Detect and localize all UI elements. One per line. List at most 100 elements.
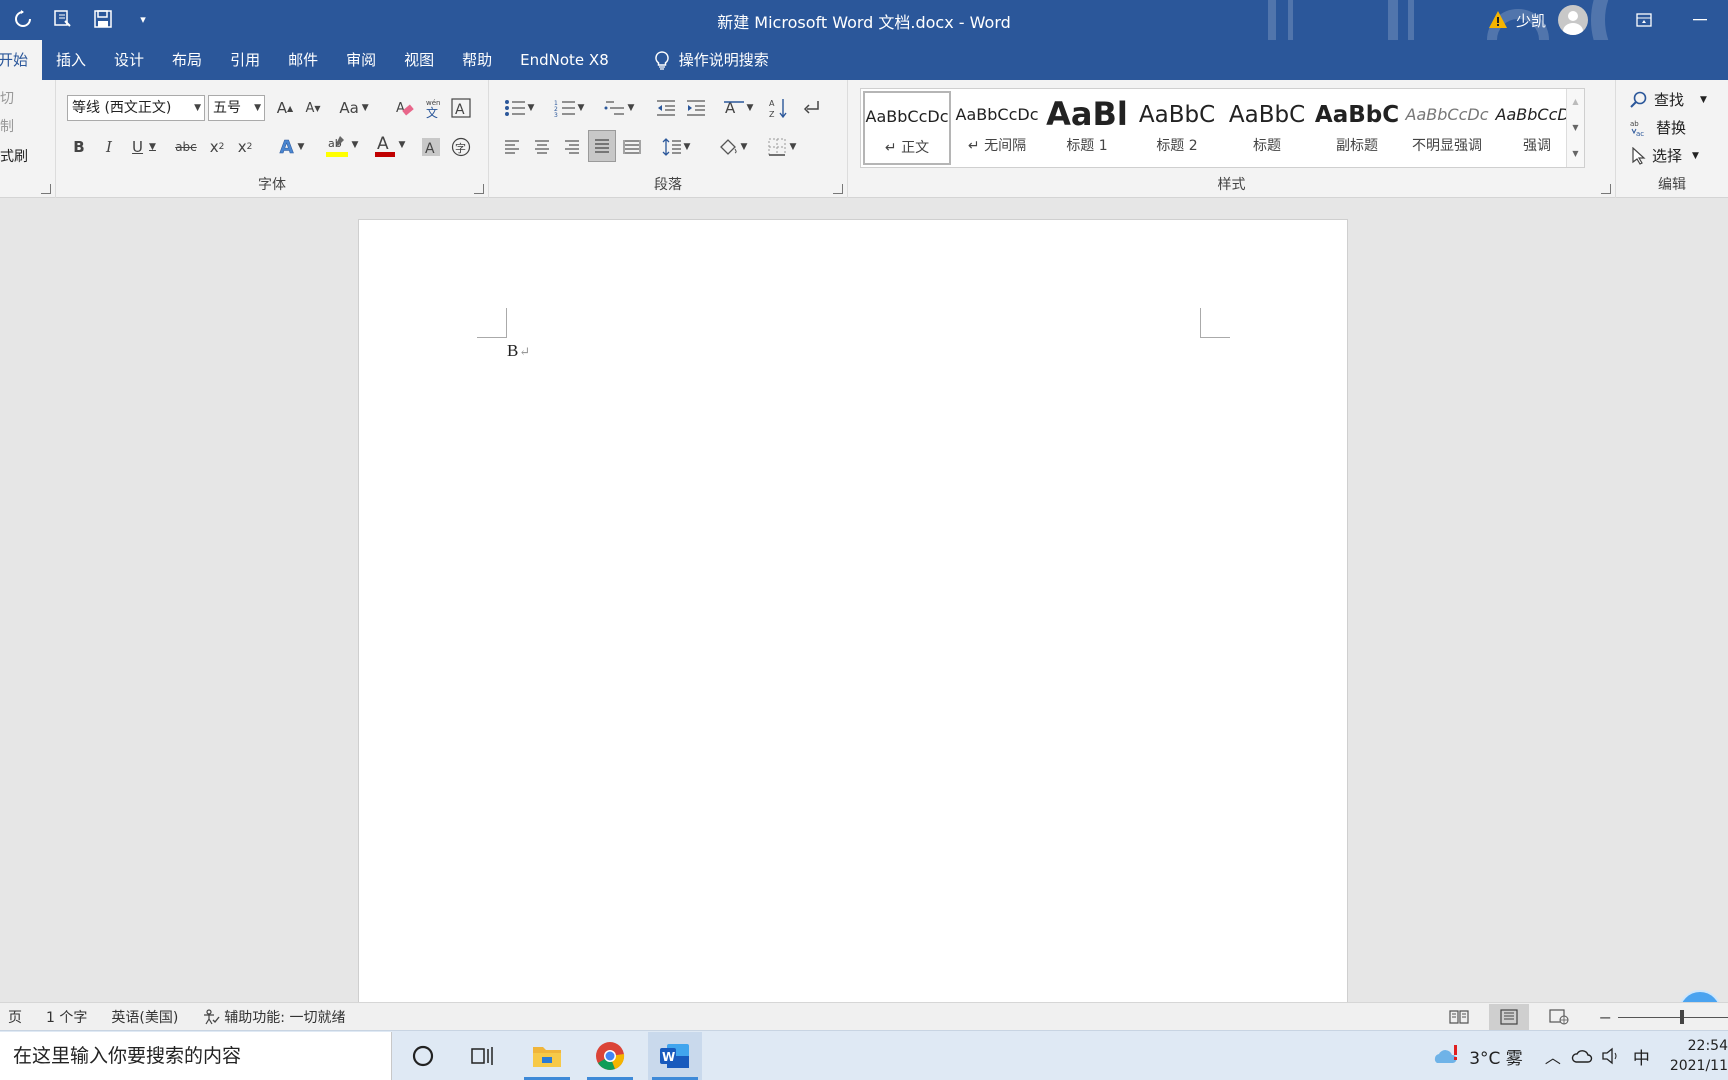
style-subtle-emphasis[interactable]: AaBbCcDc 不明显强调 [1403, 91, 1491, 165]
tab-home[interactable]: 开始 [0, 40, 43, 80]
replace-button[interactable]: ab ac 替换 [1630, 117, 1686, 138]
chevron-up-icon[interactable]: ︿ [1545, 1044, 1561, 1068]
align-right-icon[interactable] [559, 132, 585, 162]
font-name-select[interactable]: 等线 (西文正文) ▼ [67, 95, 205, 121]
numbering-icon[interactable]: 1 2 3 ▼ [547, 93, 591, 123]
highlight-color-icon[interactable]: ab ▼ [320, 130, 362, 160]
align-center-icon[interactable] [529, 132, 555, 162]
font-size-select[interactable]: 五号 ▼ [208, 95, 265, 121]
styles-dialog-launcher[interactable] [1601, 184, 1611, 194]
line-spacing-icon[interactable]: ▼ [656, 132, 696, 162]
bold-button[interactable]: B [66, 132, 92, 162]
style-no-spacing[interactable]: AaBbCcDc ↵ 无间隔 [953, 91, 1041, 165]
tab-view[interactable]: 视图 [390, 40, 448, 80]
document-area[interactable]: B↵ 01:11 [0, 199, 1728, 1034]
distributed-icon[interactable] [619, 132, 645, 162]
strikethrough-button[interactable]: abc [172, 132, 200, 162]
task-view-icon[interactable] [456, 1032, 510, 1080]
status-accessibility[interactable]: 辅助功能: 一切就绪 [202, 1007, 345, 1027]
status-language[interactable]: 英语(美国) [111, 1007, 178, 1027]
system-clock[interactable]: 22:54 2021/11 [1670, 1036, 1728, 1076]
scroll-up-icon[interactable]: ▲ [1567, 89, 1584, 115]
sort-icon[interactable]: AZ [764, 93, 792, 123]
increase-indent-icon[interactable] [682, 93, 710, 123]
tab-layout[interactable]: 布局 [158, 40, 216, 80]
web-layout-icon[interactable] [1539, 1004, 1579, 1030]
style-normal[interactable]: AaBbCcDc ↵ 正文 [863, 91, 951, 165]
text-effects-icon[interactable]: A ▼ [272, 132, 312, 162]
superscript-button[interactable]: x2 [232, 132, 258, 162]
format-painter-button[interactable]: 格式刷 [0, 146, 28, 166]
style-title[interactable]: AaBbC 标题 [1223, 91, 1311, 165]
file-explorer-icon[interactable] [520, 1032, 574, 1080]
status-word-count[interactable]: 1 个字 [46, 1007, 87, 1027]
shading-icon[interactable]: ▼ [711, 132, 753, 162]
document-text[interactable]: B↵ [507, 341, 530, 361]
tab-endnote[interactable]: EndNote X8 [506, 40, 623, 80]
italic-button[interactable]: I [96, 132, 122, 162]
subscript-button[interactable]: x2 [204, 132, 230, 162]
paragraph-dialog-launcher[interactable] [833, 184, 843, 194]
enclose-characters-icon[interactable]: 字 [448, 132, 474, 162]
tab-design[interactable]: 设计 [100, 40, 158, 80]
shrink-font-button[interactable]: A ▼ [300, 93, 326, 123]
character-border-icon[interactable]: A [448, 93, 474, 123]
tab-references[interactable]: 引用 [216, 40, 274, 80]
chinese-layout-icon[interactable]: A ▼ [718, 93, 758, 123]
underline-button[interactable]: U ▼ [124, 132, 164, 162]
weather-text[interactable]: 3°C 雾 [1469, 1044, 1523, 1069]
zoom-out-icon[interactable]: − [1599, 1008, 1612, 1027]
select-button[interactable]: 选择 ▼ [1630, 145, 1699, 166]
clear-formatting-icon[interactable]: A [392, 93, 418, 123]
word-app-icon[interactable]: W [648, 1032, 702, 1080]
style-subtitle[interactable]: AaBbC 副标题 [1313, 91, 1401, 165]
warning-icon[interactable] [1488, 10, 1508, 30]
cortana-icon[interactable] [396, 1032, 450, 1080]
decrease-indent-icon[interactable] [652, 93, 680, 123]
ime-indicator[interactable]: 中 [1633, 1044, 1650, 1069]
more-styles-icon[interactable]: ▼ [1567, 141, 1584, 167]
italic-label: I [106, 138, 112, 156]
zoom-slider-thumb[interactable] [1680, 1009, 1684, 1024]
user-name[interactable]: 少凯 [1516, 10, 1546, 31]
font-group: 等线 (西文正文) ▼ 五号 ▼ A ▲ A ▼ Aa ▼ A wén 文 A B I U ▼… [56, 80, 489, 198]
tab-review[interactable]: 审阅 [332, 40, 390, 80]
volume-icon[interactable] [1601, 1047, 1621, 1065]
minimize-icon[interactable] [1672, 0, 1728, 40]
cut-button[interactable]: 剪切 [0, 88, 14, 108]
tell-me-search[interactable]: 操作说明搜索 [639, 40, 783, 80]
document-page[interactable]: B↵ [358, 219, 1348, 1004]
tab-help[interactable]: 帮助 [448, 40, 506, 80]
multilevel-list-icon[interactable]: ▼ [597, 93, 641, 123]
clipboard-launcher[interactable] [41, 184, 51, 194]
weather-icon[interactable] [1431, 1045, 1461, 1067]
borders-icon[interactable]: ▼ [761, 132, 803, 162]
grow-font-button[interactable]: A ▲ [272, 93, 298, 123]
style-heading-2[interactable]: AaBbC 标题 2 [1133, 91, 1221, 165]
ribbon-display-options-icon[interactable] [1616, 0, 1672, 40]
change-case-button[interactable]: Aa ▼ [334, 93, 374, 123]
tab-mailings[interactable]: 邮件 [274, 40, 332, 80]
onedrive-icon[interactable] [1571, 1048, 1593, 1064]
scroll-down-icon[interactable]: ▼ [1567, 115, 1584, 141]
tab-insert[interactable]: 插入 [42, 40, 100, 80]
read-mode-icon[interactable] [1439, 1004, 1479, 1030]
user-avatar[interactable] [1558, 5, 1588, 35]
zoom-slider[interactable] [1618, 1009, 1728, 1024]
style-heading-1[interactable]: AaBl 标题 1 [1043, 91, 1131, 165]
taskbar-search-input[interactable]: 在这里输入你要搜索的内容 [0, 1032, 392, 1080]
font-dialog-launcher[interactable] [474, 184, 484, 194]
print-layout-icon[interactable] [1488, 1004, 1529, 1030]
chrome-icon[interactable] [583, 1032, 637, 1080]
font-color-icon[interactable]: A ▼ [368, 130, 410, 160]
phonetic-guide-icon[interactable]: wén 文 [420, 93, 446, 123]
justify-icon[interactable] [588, 130, 616, 162]
character-shading-icon[interactable]: A [418, 132, 444, 162]
bullets-icon[interactable]: ▼ [499, 93, 539, 123]
copy-button[interactable]: 复制 [0, 116, 14, 136]
styles-scroll[interactable]: ▲ ▼ ▼ [1566, 89, 1584, 167]
find-button[interactable]: 查找 ▼ [1630, 89, 1707, 110]
align-left-icon[interactable] [499, 132, 525, 162]
status-page[interactable]: 页 [8, 1007, 22, 1027]
show-formatting-marks-icon[interactable] [798, 93, 826, 123]
